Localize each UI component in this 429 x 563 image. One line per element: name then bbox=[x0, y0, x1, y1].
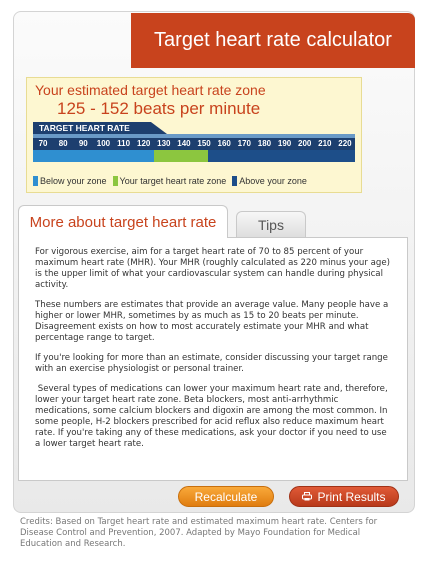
content-paragraph: If you're looking for more than an estim… bbox=[35, 353, 388, 374]
scale-tick-label: 180 bbox=[257, 139, 272, 148]
scale-ticks: 70 80 90 100 110 120 130 140 150 160 170 180 190 200 2… bbox=[33, 138, 355, 150]
scale-tick-label: 100 bbox=[96, 139, 111, 148]
scale-tick-label: 220 bbox=[338, 139, 352, 148]
scale-tick-label: 130 bbox=[157, 139, 171, 148]
scale-tick-label: 140 bbox=[177, 139, 191, 148]
print-results-button[interactable]: Print Results bbox=[289, 486, 399, 507]
zone-bars bbox=[33, 150, 355, 162]
zone-value: 125 - 152 beats per minute bbox=[57, 99, 261, 118]
scale-tick-label: 110 bbox=[117, 139, 131, 148]
legend-above-label: Above your zone bbox=[239, 176, 307, 186]
print-results-label: Print Results bbox=[317, 489, 386, 504]
legend-above: Above your zone bbox=[232, 176, 307, 186]
printer-icon bbox=[302, 492, 313, 501]
legend-below: Below your zone bbox=[33, 176, 107, 186]
heart-rate-zone-panel: Your estimated target heart rate zone 12… bbox=[26, 77, 362, 193]
legend-below-swatch bbox=[33, 176, 38, 186]
scale-tick-label: 150 bbox=[197, 139, 211, 148]
below-zone-bar bbox=[33, 150, 154, 162]
scale-tick-label: 210 bbox=[318, 139, 332, 148]
scale-tick-label: 190 bbox=[277, 139, 292, 148]
zone-legend: Below your zone Your target heart rate z… bbox=[33, 176, 313, 186]
page-title: Target heart rate calculator bbox=[131, 13, 415, 68]
scale-tick-label: 90 bbox=[78, 139, 88, 148]
scale-tick-label: 70 bbox=[38, 139, 48, 148]
scale-label: TARGET HEART RATE bbox=[33, 122, 167, 134]
zone-heading: Your estimated target heart rate zone bbox=[35, 82, 266, 98]
target-zone-bar bbox=[153, 150, 209, 162]
legend-target: Your target heart rate zone bbox=[112, 176, 227, 186]
tab-more-about[interactable]: More about target heart rate bbox=[18, 205, 228, 238]
info-tabs: More about target heart rate Tips bbox=[18, 205, 408, 238]
scale-tick-label: 200 bbox=[298, 139, 312, 148]
content-paragraph: These numbers are estimates that provide… bbox=[35, 300, 389, 343]
content-paragraph: For vigorous exercise, aim for a target … bbox=[35, 247, 390, 290]
scale-tick-label: 80 bbox=[58, 139, 68, 148]
scale-tick-label: 160 bbox=[217, 139, 231, 148]
scale-tick-label: 120 bbox=[137, 139, 151, 148]
legend-target-swatch bbox=[112, 176, 118, 186]
legend-target-label: Your target heart rate zone bbox=[119, 176, 227, 186]
credits-text: Credits: Based on Target heart rate and … bbox=[20, 517, 378, 549]
recalculate-button[interactable]: Recalculate bbox=[178, 486, 274, 507]
tab-content: For vigorous exercise, aim for a target … bbox=[18, 237, 408, 481]
content-paragraph: Several types of medications can lower y… bbox=[35, 384, 391, 449]
tab-tips[interactable]: Tips bbox=[236, 211, 306, 237]
scale-tick-label: 170 bbox=[237, 139, 251, 148]
legend-below-label: Below your zone bbox=[40, 176, 107, 186]
above-zone-bar bbox=[208, 150, 355, 162]
legend-above-swatch bbox=[232, 176, 238, 186]
